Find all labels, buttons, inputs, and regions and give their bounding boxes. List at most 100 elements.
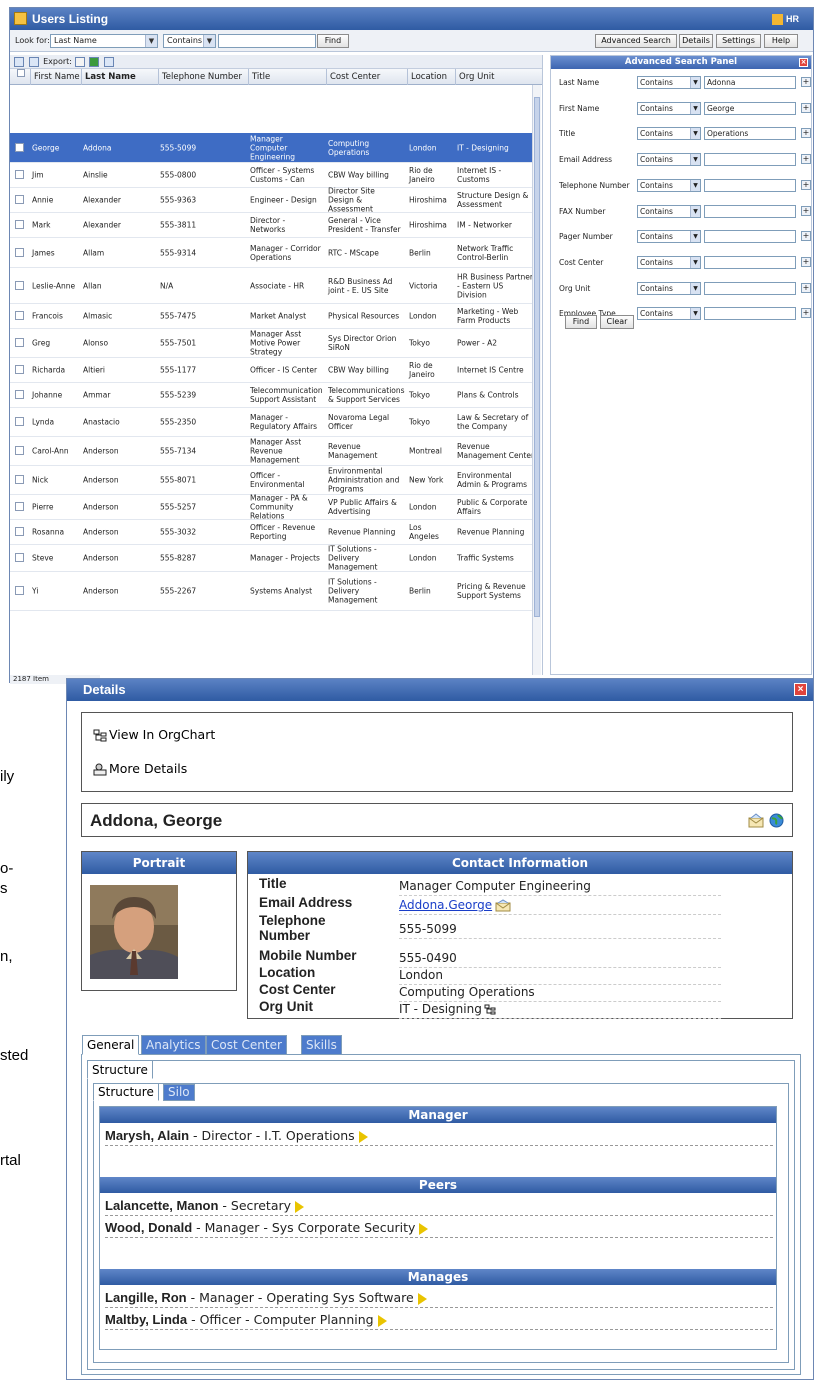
col-location[interactable]: Location: [407, 69, 447, 85]
add-criteria-icon[interactable]: +: [801, 231, 811, 242]
details-button[interactable]: Details: [679, 34, 713, 48]
table-row[interactable]: Lynda Anastacio 555-2350 Manager - Regulato…: [10, 408, 536, 437]
field-value-input[interactable]: [704, 230, 796, 244]
search-input[interactable]: [218, 34, 316, 48]
operator-select[interactable]: Contains ▼: [637, 281, 701, 295]
row-checkbox[interactable]: [15, 502, 24, 511]
col-title[interactable]: Title: [248, 69, 270, 85]
subtab-structure[interactable]: Structure: [87, 1060, 153, 1079]
person-link[interactable]: Lalancette, Manon - Secretary: [105, 1196, 773, 1216]
row-checkbox[interactable]: [15, 417, 24, 426]
save-icon[interactable]: [103, 56, 114, 67]
tab-skills[interactable]: Skills: [301, 1035, 342, 1055]
tab-cost-center[interactable]: Cost Center: [206, 1035, 287, 1055]
add-criteria-icon[interactable]: +: [801, 128, 811, 139]
person-link[interactable]: Maltby, Linda - Officer - Computer Plann…: [105, 1310, 773, 1330]
operator-select[interactable]: Contains ▼: [637, 178, 701, 192]
row-checkbox[interactable]: [15, 220, 24, 229]
field-value-input[interactable]: [704, 281, 796, 295]
view-orgchart-link[interactable]: View In OrgChart: [93, 727, 215, 742]
table-row[interactable]: Steve Anderson 555-8287 Manager - Projects I…: [10, 545, 536, 572]
table-row[interactable]: Nick Anderson 555-8071 Officer - Environmen…: [10, 466, 536, 495]
field-value-input[interactable]: [704, 153, 796, 167]
orgchart-icon[interactable]: [484, 1004, 496, 1016]
print-icon[interactable]: [14, 56, 24, 67]
person-link[interactable]: Wood, Donald - Manager - Sys Corporate S…: [105, 1218, 773, 1238]
table-row[interactable]: Francois Almasic 555-7475 Market Analyst Phy…: [10, 304, 536, 329]
add-criteria-icon[interactable]: +: [801, 179, 811, 190]
add-criteria-icon[interactable]: +: [801, 77, 811, 87]
close-icon[interactable]: ×: [794, 683, 807, 696]
tab-general[interactable]: General: [82, 1035, 140, 1055]
row-checkbox[interactable]: [15, 311, 24, 320]
table-row[interactable]: Mark Alexander 555-3811 Director - Networks…: [10, 213, 536, 238]
field-value-input[interactable]: Adonna: [704, 76, 796, 89]
refresh-icon[interactable]: [28, 56, 39, 67]
operator-select[interactable]: Contains ▼: [637, 204, 701, 218]
look-for-field-select[interactable]: Last Name ▼: [50, 34, 158, 48]
field-value-input[interactable]: [704, 204, 796, 218]
operator-select[interactable]: Contains ▼: [637, 255, 701, 269]
tab-analytics[interactable]: Analytics: [141, 1035, 206, 1055]
field-value-input[interactable]: [704, 178, 796, 192]
field-value-input[interactable]: Operations: [704, 127, 796, 141]
row-checkbox[interactable]: [15, 586, 24, 595]
col-last-name[interactable]: Last Name: [81, 69, 136, 85]
row-checkbox[interactable]: [15, 338, 24, 347]
table-row[interactable]: Richarda Altieri 555-1177 Officer - IS Cent…: [10, 358, 536, 383]
table-row[interactable]: Greg Alonso 555-7501 Manager Asst Motive Po…: [10, 329, 536, 358]
advanced-clear-button[interactable]: Clear: [600, 315, 634, 329]
help-button[interactable]: Help: [764, 34, 798, 48]
globe-icon[interactable]: [769, 813, 784, 828]
person-link[interactable]: Langille, Ron - Manager - Operating Sys …: [105, 1288, 773, 1308]
inner-tab-silo[interactable]: Silo: [163, 1084, 195, 1101]
row-checkbox[interactable]: [15, 446, 24, 455]
arrow-right-icon[interactable]: [419, 1222, 429, 1235]
look-for-op-select[interactable]: Contains ▼: [163, 34, 216, 48]
table-row[interactable]: Yi Anderson 555-2267 Systems Analyst IT Solu…: [10, 572, 536, 611]
add-criteria-icon[interactable]: +: [801, 282, 811, 293]
operator-select[interactable]: Contains ▼: [637, 153, 701, 167]
table-row[interactable]: Rosanna Anderson 555-3032 Officer - Revenue…: [10, 520, 536, 545]
settings-button[interactable]: Settings: [716, 34, 761, 48]
operator-select[interactable]: Contains ▼: [637, 101, 701, 115]
col-cost-center[interactable]: Cost Center: [326, 69, 380, 85]
arrow-right-icon[interactable]: [358, 1130, 368, 1143]
col-telephone[interactable]: Telephone Number: [158, 69, 242, 85]
inner-tab-structure[interactable]: Structure: [93, 1083, 159, 1101]
contact-value[interactable]: Addona.George: [399, 898, 492, 912]
export-doc-icon[interactable]: [74, 56, 85, 67]
advanced-find-button[interactable]: Find: [565, 315, 597, 329]
table-row[interactable]: James Allam 555-9314 Manager - Corridor Ope…: [10, 238, 536, 268]
grid-scrollbar[interactable]: [532, 85, 541, 675]
row-checkbox[interactable]: [15, 247, 24, 257]
table-row[interactable]: Pierre Anderson 555-5257 Manager - PA & Com…: [10, 494, 536, 521]
row-checkbox[interactable]: [15, 527, 24, 536]
person-link[interactable]: Marysh, Alain - Director - I.T. Operatio…: [105, 1126, 773, 1146]
field-value-input[interactable]: George: [704, 101, 796, 115]
arrow-right-icon[interactable]: [377, 1314, 387, 1327]
close-icon[interactable]: ×: [799, 58, 808, 67]
row-checkbox[interactable]: [15, 280, 24, 290]
add-criteria-icon[interactable]: +: [801, 205, 811, 216]
operator-select[interactable]: Contains ▼: [637, 76, 701, 89]
advanced-search-button[interactable]: Advanced Search: [595, 34, 677, 48]
table-row[interactable]: Carol-Ann Anderson 555-7134 Manager Asst Re…: [10, 437, 536, 466]
email-icon[interactable]: [748, 813, 764, 828]
row-checkbox[interactable]: [15, 365, 24, 374]
table-row[interactable]: Johanne Ammar 555-5239 Telecommunication Su…: [10, 383, 536, 408]
table-row[interactable]: Annie Alexander 555-9363 Engineer - Design D…: [10, 187, 536, 214]
row-checkbox[interactable]: [15, 475, 24, 484]
find-button[interactable]: Find: [317, 34, 349, 48]
operator-select[interactable]: Contains ▼: [637, 307, 701, 321]
row-checkbox[interactable]: [15, 142, 24, 152]
field-value-input[interactable]: [704, 255, 796, 269]
table-row[interactable]: Jim Ainslie 555-0800 Officer - Systems Cust…: [10, 163, 536, 188]
arrow-right-icon[interactable]: [417, 1292, 427, 1305]
field-value-input[interactable]: [704, 307, 796, 321]
operator-select[interactable]: Contains ▼: [637, 230, 701, 244]
scrollbar-thumb[interactable]: [534, 97, 540, 617]
add-criteria-icon[interactable]: +: [801, 256, 811, 267]
export-excel-icon[interactable]: [89, 56, 100, 67]
operator-select[interactable]: Contains ▼: [637, 127, 701, 141]
